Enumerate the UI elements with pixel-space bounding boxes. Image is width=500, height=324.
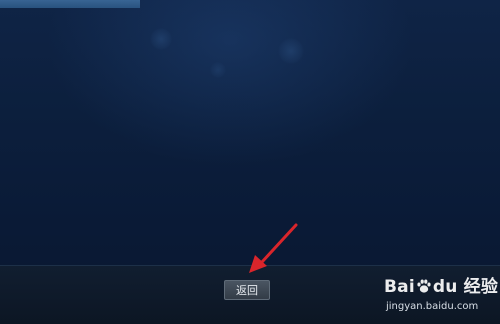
top-panel-edge	[0, 0, 140, 8]
background-light-spot	[278, 38, 304, 64]
app-screen: 返回 Bai du 经验 jingyan.baidu.com	[0, 0, 500, 324]
background-light-spot	[210, 62, 226, 78]
baidu-jingyan-watermark: Bai du 经验 jingyan.baidu.com	[384, 270, 498, 320]
back-button[interactable]: 返回	[224, 280, 270, 300]
watermark-brand-text: du	[432, 277, 458, 297]
baidu-paw-icon	[417, 279, 431, 293]
watermark-brand-text: Bai	[384, 277, 415, 297]
watermark-brand: Bai du 经验	[384, 272, 498, 297]
watermark-url: jingyan.baidu.com	[386, 301, 479, 312]
background-light-spot	[150, 28, 172, 50]
watermark-brand-text: 经验	[463, 277, 499, 297]
